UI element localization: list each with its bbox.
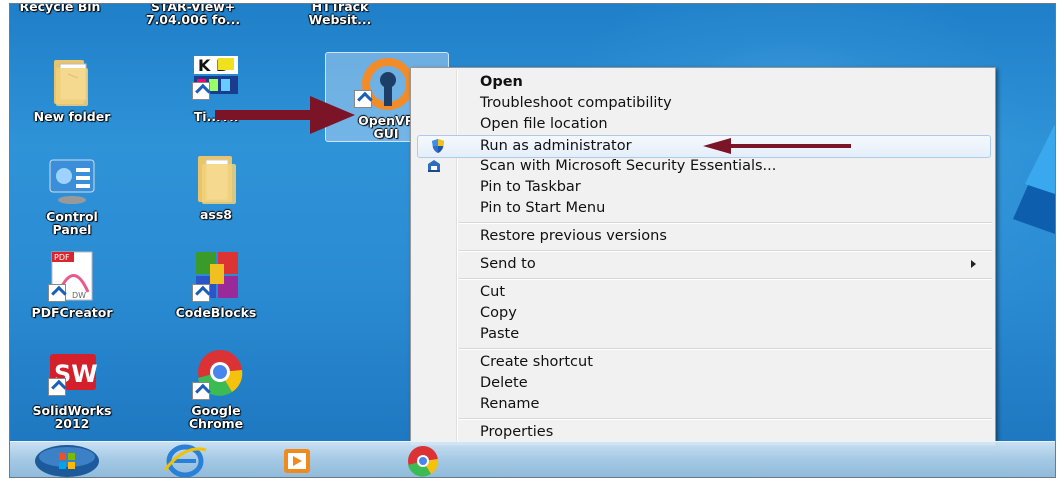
menu-item-label: Run as administrator [480, 138, 632, 154]
menu-item-create-shortcut[interactable]: Create shortcut [414, 352, 992, 373]
menu-item-label: Open file location [480, 116, 608, 132]
menu-item-troubleshoot-compatibility[interactable]: Troubleshoot compatibility [414, 93, 992, 114]
menu-item-label: Cut [480, 284, 505, 300]
folder-icon [184, 152, 248, 208]
menu-item-label: Send to [480, 256, 536, 272]
menu-item-restore-previous-versions[interactable]: Restore previous versions [414, 226, 992, 247]
icon-label: Control Panel [46, 209, 98, 237]
wallpaper-shape [1013, 124, 1055, 234]
menu-item-label: Pin to Start Menu [480, 200, 606, 216]
icon-label: HTTrack Websit... [308, 3, 372, 27]
icon-label: Google Chrome [188, 403, 244, 431]
internet-explorer-icon [163, 444, 207, 477]
menu-item-label: Rename [480, 396, 540, 412]
menu-item-label: Paste [480, 326, 520, 342]
shortcut-arrow-icon [48, 284, 66, 302]
menu-item-pin-to-taskbar[interactable]: Pin to Taskbar [414, 177, 992, 198]
menu-item-label: Create shortcut [480, 354, 593, 370]
desktop-icon-google-chrome[interactable]: Google Chrome [168, 348, 264, 430]
menu-item-pin-to-start-menu[interactable]: Pin to Start Menu [414, 198, 992, 219]
desktop-icon-control-panel[interactable]: Control Panel [24, 154, 120, 236]
menu-separator [459, 348, 992, 350]
shortcut-arrow-icon [192, 382, 210, 400]
taskbar-media-player[interactable] [272, 444, 322, 476]
menu-item-label: Scan with Microsoft Security Essentials.… [480, 158, 777, 174]
menu-item-rename[interactable]: Rename [414, 394, 992, 415]
shortcut-arrow-icon [192, 82, 210, 100]
menu-item-paste[interactable]: Paste [414, 324, 992, 345]
icon-label: New folder [33, 109, 111, 124]
desktop-icon-httrack[interactable]: HTTrack Websit... [292, 3, 388, 27]
menu-item-open-file-location[interactable]: Open file location [414, 114, 992, 135]
icon-label: PDFCreator [31, 305, 113, 320]
desktop: Recycle Bin STAR-View+ 7.04.006 fo... HT… [9, 3, 1056, 478]
chrome-icon [184, 348, 248, 404]
menu-separator [459, 418, 992, 420]
icon-label: SolidWorks 2012 [32, 403, 112, 431]
submenu-arrow-icon [971, 260, 976, 268]
taskbar [10, 441, 1055, 477]
menu-item-cut[interactable]: Cut [414, 282, 992, 303]
desktop-icon-recycle-bin[interactable]: Recycle Bin [12, 3, 108, 14]
control-panel-icon [40, 154, 104, 210]
uac-shield-icon [430, 138, 446, 154]
menu-item-scan-microsoft-security[interactable]: Scan with Microsoft Security Essentials.… [414, 156, 992, 177]
menu-item-label: Troubleshoot compatibility [480, 95, 672, 111]
desktop-icon-ass8[interactable]: ass8 [168, 152, 264, 221]
desktop-icon-pdfcreator[interactable]: PDF DW PDFCreator [24, 250, 120, 319]
taskbar-internet-explorer[interactable] [160, 444, 210, 477]
svg-text:DW: DW [72, 291, 86, 300]
solidworks-icon: SW [40, 348, 104, 404]
icon-label: ass8 [199, 207, 232, 222]
menu-item-send-to[interactable]: Send to [414, 254, 992, 275]
menu-item-delete[interactable]: Delete [414, 373, 992, 394]
menu-item-copy[interactable]: Copy [414, 303, 992, 324]
menu-item-open[interactable]: Open [414, 72, 992, 93]
chrome-icon [408, 446, 439, 477]
menu-item-label: Pin to Taskbar [480, 179, 581, 195]
menu-item-label: Copy [480, 305, 517, 321]
folder-icon [40, 54, 104, 110]
menu-item-properties[interactable]: Properties [414, 422, 992, 443]
menu-item-label: Open [480, 74, 523, 90]
context-menu: Open Troubleshoot compatibility Open fil… [410, 67, 996, 446]
menu-separator [459, 250, 992, 252]
annotation-arrow-to-run-as-admin [703, 138, 851, 154]
svg-text:PDF: PDF [54, 253, 70, 262]
shortcut-arrow-icon [48, 378, 66, 396]
annotation-arrow-to-icon [215, 96, 355, 134]
microsoft-security-icon [426, 158, 442, 174]
menu-separator [459, 278, 992, 280]
desktop-icon-solidworks[interactable]: SW SolidWorks 2012 [24, 348, 120, 430]
menu-item-label: Restore previous versions [480, 228, 667, 244]
taskbar-chrome[interactable] [398, 444, 448, 477]
desktop-icon-new-folder[interactable]: New folder [24, 54, 120, 123]
media-player-icon [284, 449, 310, 473]
desktop-icon-codeblocks[interactable]: CodeBlocks [168, 250, 264, 319]
start-orb-icon [35, 445, 99, 477]
icon-label: CodeBlocks [175, 305, 257, 320]
codeblocks-icon [184, 250, 248, 306]
start-button[interactable] [32, 444, 102, 477]
menu-item-label: Delete [480, 375, 528, 391]
desktop-icon-star-view[interactable]: STAR-View+ 7.04.006 fo... [145, 3, 241, 27]
pdfcreator-icon: PDF DW [40, 250, 104, 306]
menu-item-label: Properties [480, 424, 554, 440]
menu-separator [459, 222, 992, 224]
icon-label: Recycle Bin [19, 3, 101, 14]
shortcut-arrow-icon [192, 284, 210, 302]
icon-label: STAR-View+ 7.04.006 fo... [145, 3, 241, 27]
